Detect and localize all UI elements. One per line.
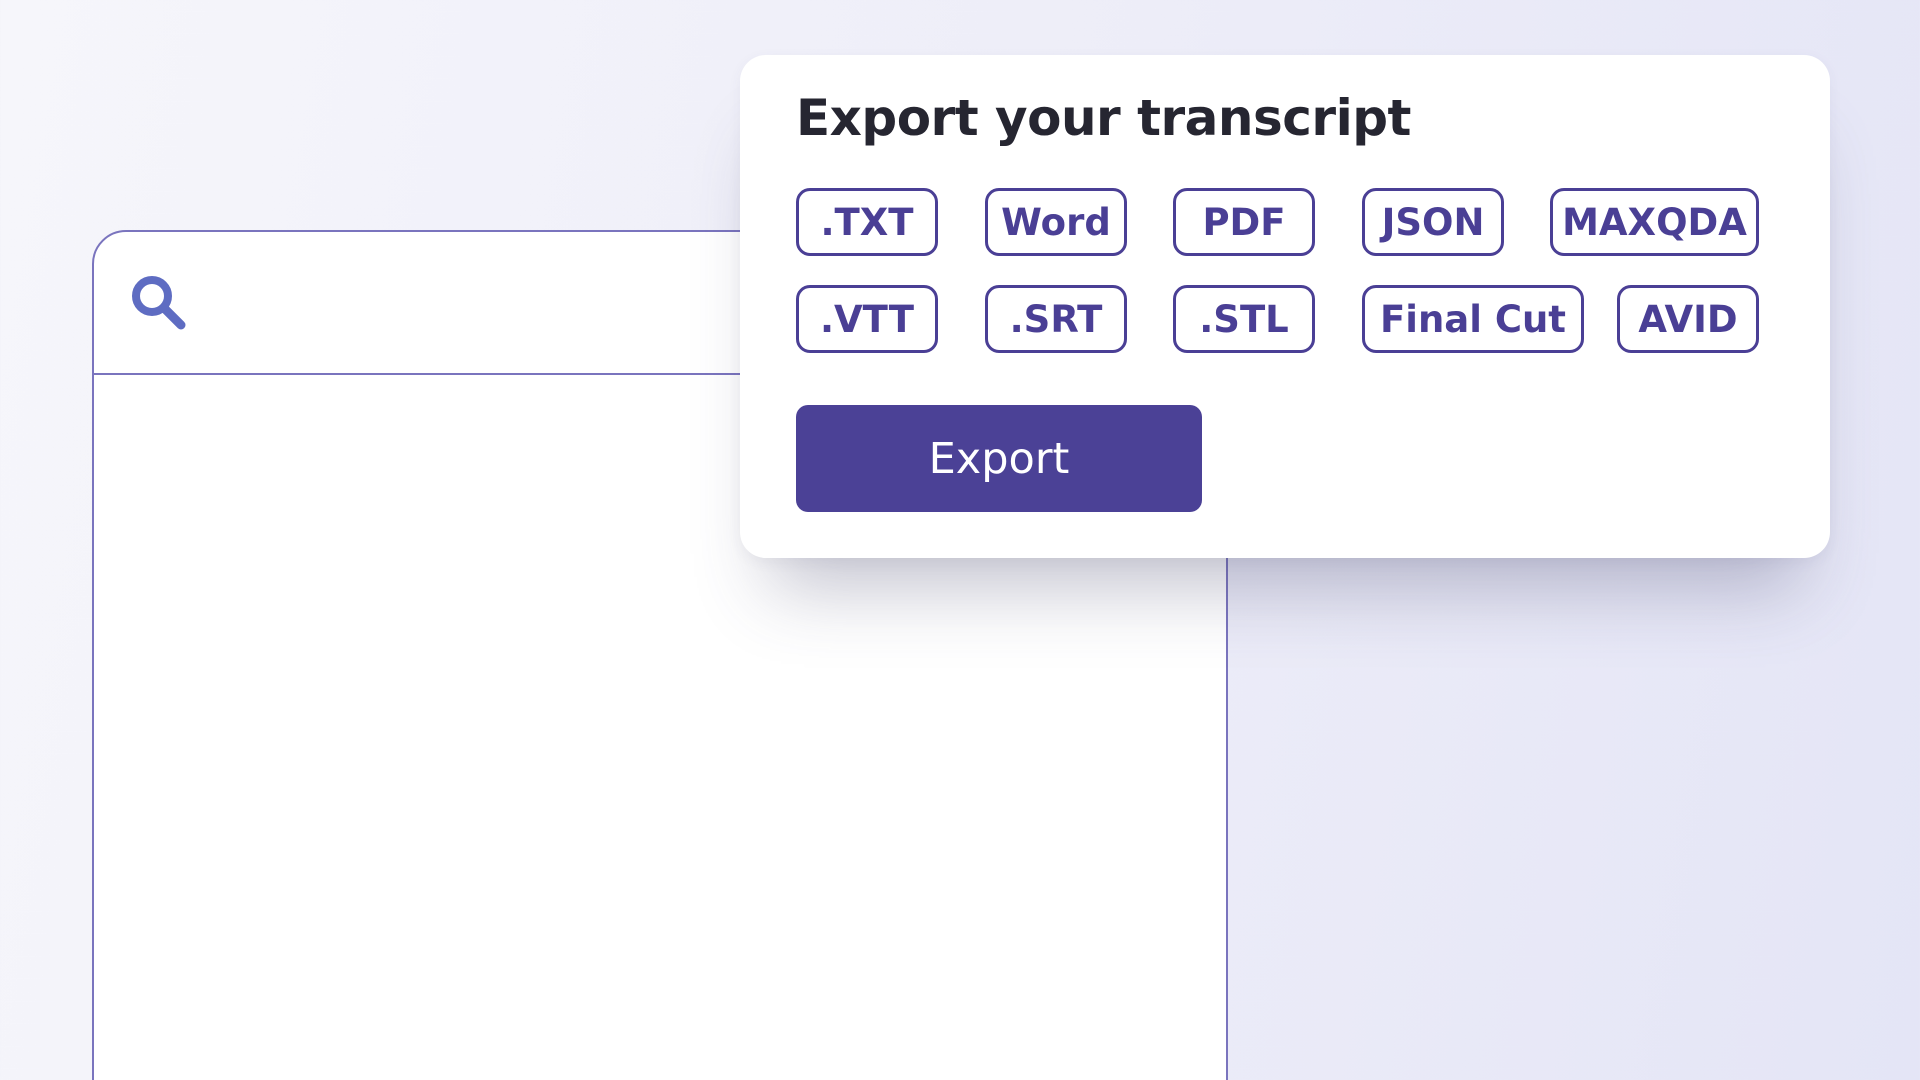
format-srt-button[interactable]: .SRT: [985, 285, 1127, 353]
format-json-button[interactable]: JSON: [1362, 188, 1504, 256]
format-vtt-button[interactable]: .VTT: [796, 285, 938, 353]
search-icon[interactable]: [128, 272, 188, 332]
export-dialog: Export your transcript .TXT Word PDF JSO…: [740, 55, 1830, 558]
format-stl-button[interactable]: .STL: [1173, 285, 1315, 353]
format-pdf-button[interactable]: PDF: [1173, 188, 1315, 256]
format-word-button[interactable]: Word: [985, 188, 1127, 256]
export-button[interactable]: Export: [796, 405, 1202, 512]
format-maxqda-button[interactable]: MAXQDA: [1550, 188, 1759, 256]
format-final-cut-button[interactable]: Final Cut: [1362, 285, 1584, 353]
format-txt-button[interactable]: .TXT: [796, 188, 938, 256]
export-title: Export your transcript: [796, 89, 1411, 147]
format-avid-button[interactable]: AVID: [1617, 285, 1759, 353]
